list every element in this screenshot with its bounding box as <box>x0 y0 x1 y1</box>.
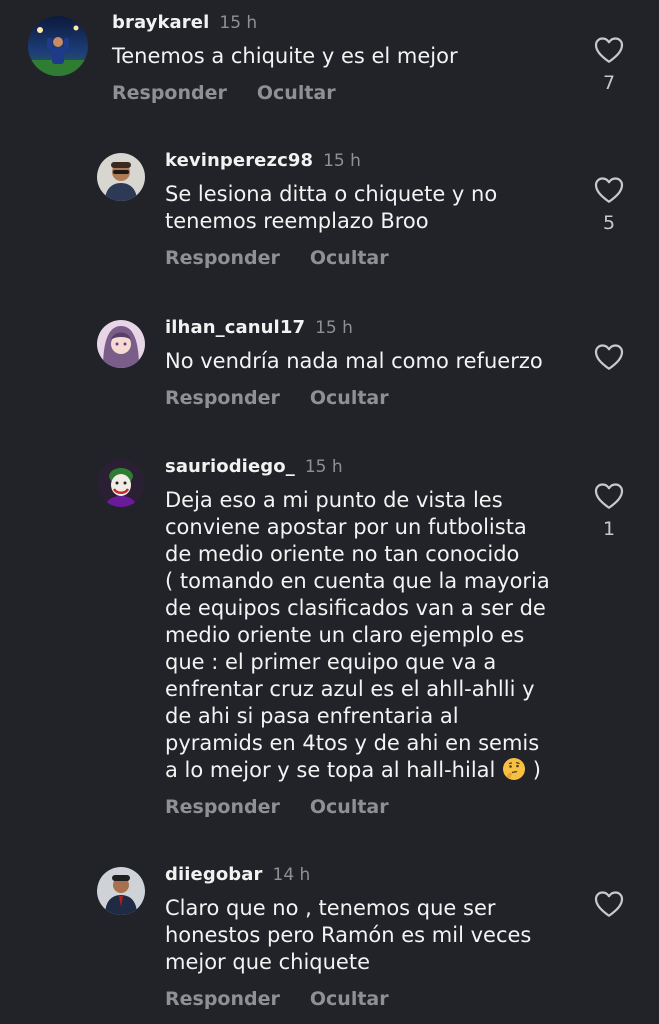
reply-button[interactable]: Responder <box>165 796 280 818</box>
comment-text-main: Deja eso a mi punto de vista les convien… <box>165 488 550 782</box>
avatar[interactable] <box>28 16 88 76</box>
username[interactable]: braykarel <box>112 12 209 33</box>
hide-button[interactable]: Ocultar <box>310 796 389 818</box>
timestamp: 15 h <box>323 151 361 171</box>
hide-button[interactable]: Ocultar <box>310 247 389 269</box>
avatar[interactable] <box>97 867 145 915</box>
reply-button[interactable]: Responder <box>165 387 280 409</box>
like-count: 7 <box>602 72 616 94</box>
hide-button[interactable]: Ocultar <box>310 988 389 1010</box>
username[interactable]: sauriodiego_ <box>165 456 295 477</box>
like-count: 1 <box>602 518 616 540</box>
heart-outline-icon[interactable] <box>594 344 624 370</box>
comment-text: Se lesiona ditta o chiquete y no tenemos… <box>165 182 498 233</box>
timestamp: 15 h <box>304 457 343 477</box>
username[interactable]: ilhan_canul17 <box>165 317 305 338</box>
heart-outline-icon[interactable] <box>594 177 624 203</box>
avatar[interactable] <box>97 153 145 201</box>
username[interactable]: diiegobar <box>165 864 263 885</box>
heart-outline-icon[interactable] <box>594 891 624 917</box>
comment-text: No vendría nada mal como refuerzo <box>165 349 543 373</box>
hide-button[interactable]: Ocultar <box>310 387 389 409</box>
comment-text: Deja eso a mi punto de vista les convien… <box>165 487 595 784</box>
comment-text: Claro que no , tenemos que ser honestos … <box>165 896 532 974</box>
comment-text: Tenemos a chiquite y es el mejor <box>112 44 458 68</box>
timestamp: 15 h <box>315 318 353 338</box>
timestamp: 14 h <box>272 865 311 885</box>
hide-button[interactable]: Ocultar <box>257 82 336 104</box>
reply-button[interactable]: Responder <box>165 247 280 269</box>
comment-text-end: ) <box>526 758 541 782</box>
heart-outline-icon[interactable] <box>594 37 624 63</box>
thinking-face-emoji-icon <box>502 757 526 781</box>
heart-outline-icon[interactable] <box>594 483 624 509</box>
reply-button[interactable]: Responder <box>112 82 227 104</box>
timestamp: 15 h <box>219 13 258 33</box>
like-count: 5 <box>602 212 616 234</box>
reply-button[interactable]: Responder <box>165 988 280 1010</box>
avatar[interactable] <box>97 320 145 368</box>
username[interactable]: kevinperezc98 <box>165 150 313 171</box>
avatar[interactable] <box>97 459 145 507</box>
